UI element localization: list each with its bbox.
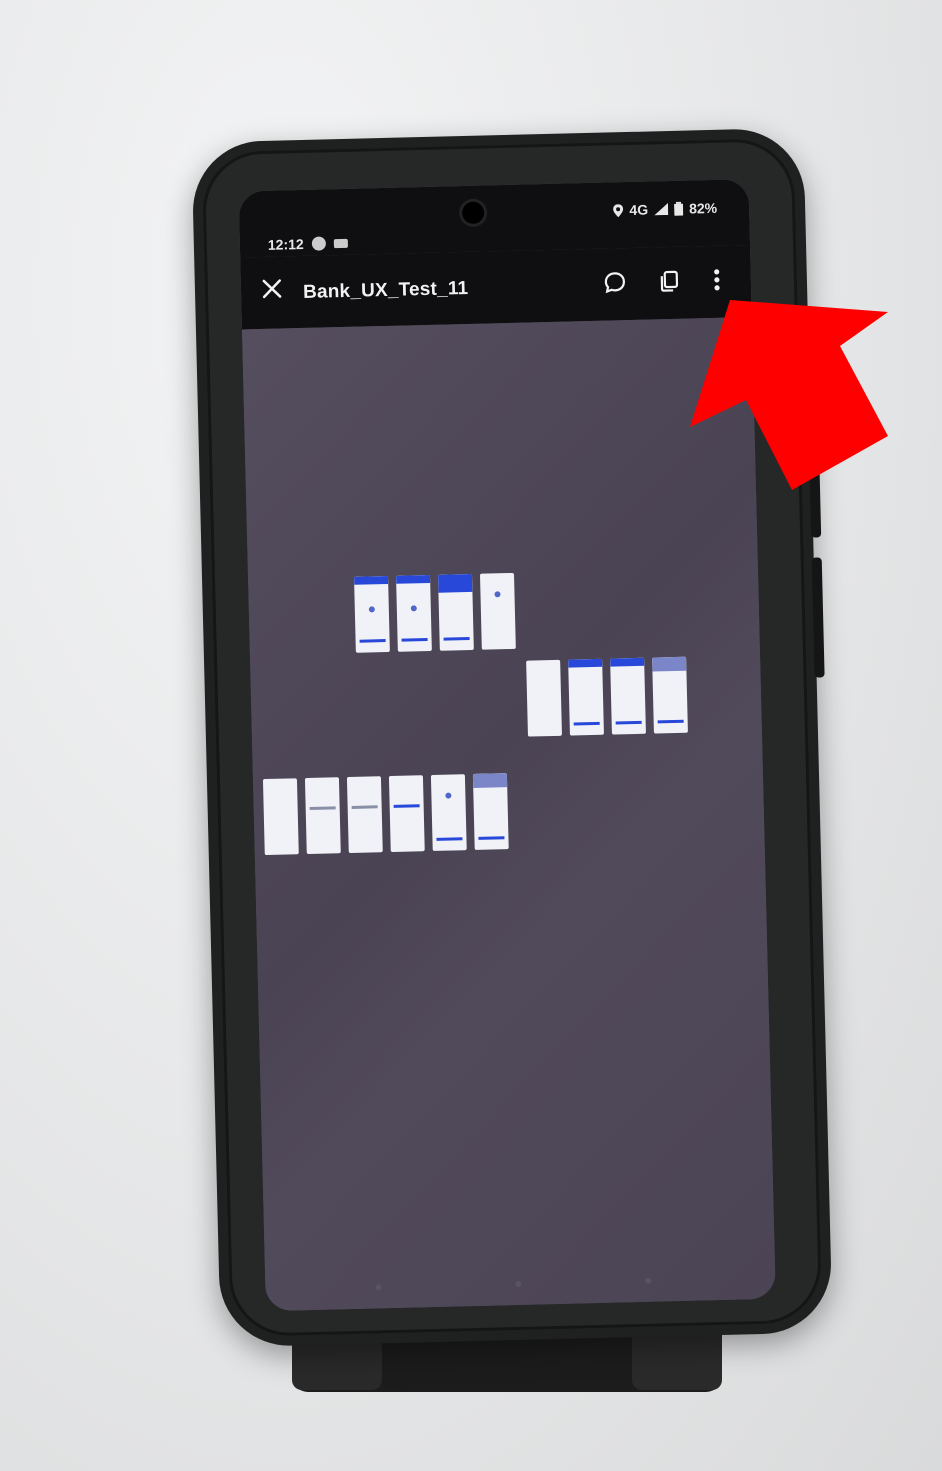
- frame-row-1: [354, 572, 516, 653]
- document-title: Bank_UX_Test_11: [302, 277, 469, 303]
- design-frame[interactable]: [652, 656, 688, 734]
- copy-icon: [660, 270, 679, 292]
- app-bar: Bank_UX_Test_11: [240, 245, 752, 330]
- status-time: 12:12: [267, 235, 304, 253]
- more-options-icon: [714, 269, 720, 291]
- design-frame[interactable]: [396, 574, 432, 652]
- design-frame[interactable]: [610, 657, 646, 735]
- status-bar: 12:12 4G 82%: [238, 179, 751, 258]
- design-frame[interactable]: [346, 776, 383, 854]
- nav-hint-right: [645, 1277, 652, 1284]
- copy-button[interactable]: [653, 265, 686, 298]
- more-options-button[interactable]: [700, 263, 733, 296]
- sim-card-icon: [333, 238, 348, 248]
- network-type: 4G: [629, 201, 649, 218]
- design-frame[interactable]: [430, 774, 467, 851]
- design-frame[interactable]: [438, 573, 474, 651]
- status-left: 12:12: [268, 235, 348, 253]
- design-frame[interactable]: [304, 777, 341, 855]
- comment-icon: [604, 272, 625, 294]
- design-frame[interactable]: [354, 575, 390, 653]
- front-camera: [461, 201, 485, 225]
- location-icon: [613, 203, 624, 217]
- comment-button[interactable]: [599, 266, 632, 299]
- design-frame[interactable]: [479, 572, 516, 650]
- design-frame[interactable]: [472, 773, 509, 850]
- globe-icon: [311, 236, 326, 251]
- design-frame[interactable]: [388, 775, 425, 852]
- design-frame[interactable]: [262, 778, 299, 856]
- battery-icon: [674, 201, 684, 216]
- status-right: 4G 82%: [613, 200, 717, 219]
- design-frame[interactable]: [568, 658, 604, 736]
- battery-level: 82%: [688, 199, 718, 217]
- design-frame[interactable]: [526, 659, 562, 737]
- close-icon: [262, 279, 282, 299]
- red-pointer-arrow: [690, 300, 888, 490]
- frame-row-3: [262, 773, 509, 856]
- frame-row-2: [526, 656, 688, 737]
- nav-hint-left: [375, 1284, 382, 1291]
- volume-button: [811, 557, 825, 678]
- nav-hint-center: [515, 1280, 522, 1288]
- close-button[interactable]: [261, 276, 284, 305]
- signal-icon: [654, 203, 669, 216]
